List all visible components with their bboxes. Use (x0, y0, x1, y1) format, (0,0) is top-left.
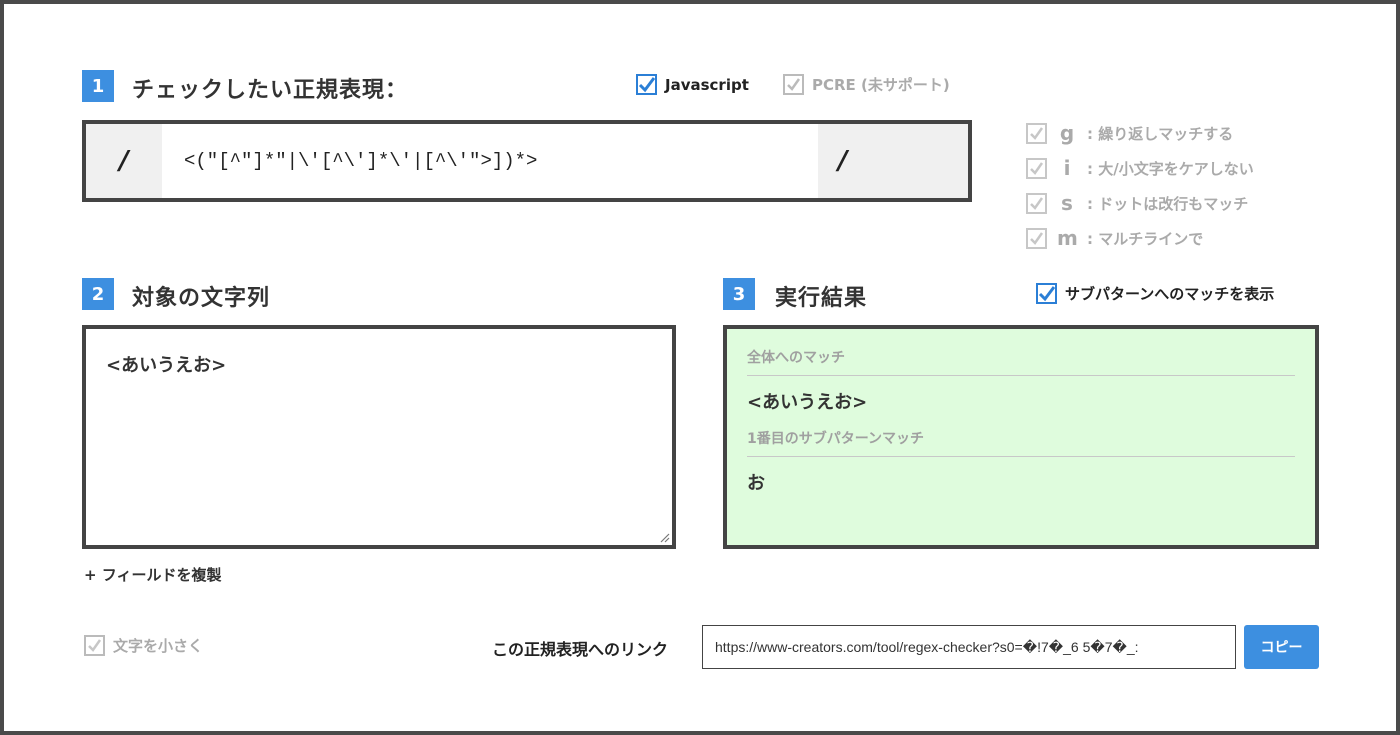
flag-g-desc: : 繰り返しマッチする (1087, 124, 1234, 143)
copy-button[interactable]: コピー (1244, 625, 1319, 669)
show-subpattern-label: サブパターンへのマッチを表示 (1065, 285, 1275, 303)
show-subpattern-checkbox[interactable] (1036, 283, 1057, 304)
checkmark-icon (1030, 161, 1044, 175)
flag-i-desc: : 大/小文字をケアしない (1087, 159, 1254, 178)
section-3-title: 実行結果 (775, 286, 868, 311)
flag-s-desc: : ドットは改行もマッチ (1087, 194, 1249, 213)
flag-s-checkbox[interactable] (1026, 192, 1047, 214)
permalink-input[interactable]: https://www-creators.com/tool/regex-chec… (702, 625, 1236, 669)
checkmark-icon (1030, 126, 1044, 140)
checkmark-icon (1038, 286, 1055, 302)
resize-handle-icon[interactable] (658, 531, 670, 543)
target-text: <あいうえお> (106, 355, 227, 376)
regex-flags-input[interactable]: / (818, 124, 968, 198)
flag-g-checkbox[interactable] (1026, 122, 1047, 144)
duplicate-field-link[interactable]: + フィールドを複製 (84, 564, 222, 585)
sub-match-value: お (747, 473, 765, 494)
flag-s-option[interactable]: s : ドットは改行もマッチ (1026, 191, 1254, 215)
checkmark-icon (1030, 231, 1044, 245)
flag-m-checkbox[interactable] (1026, 227, 1047, 249)
section-2-title: 対象の文字列 (132, 286, 271, 311)
flag-m-option[interactable]: m : マルチラインで (1026, 226, 1254, 250)
pcre-label: PCRE (未サポート) (812, 76, 950, 94)
javascript-label: Javascript (665, 75, 749, 94)
small-text-checkbox[interactable] (84, 635, 105, 656)
small-text-option[interactable]: 文字を小さく (84, 635, 203, 656)
section-1-title: チェックしたい正規表現： (132, 78, 409, 103)
flag-m-letter: m (1057, 226, 1078, 250)
flag-options: g : 繰り返しマッチする i : 大/小文字をケアしない s : ドットは改行… (1026, 121, 1254, 250)
flag-i-option[interactable]: i : 大/小文字をケアしない (1026, 156, 1254, 180)
regex-input[interactable]: <("[^"]*"|\'[^\']*\'|[^\'">])*> (162, 124, 818, 198)
full-match-value: <あいうえお> (747, 392, 868, 413)
checkmark-icon (787, 78, 801, 91)
section-1-number: 1 (82, 70, 114, 102)
pcre-checkbox[interactable] (783, 74, 804, 95)
flag-i-checkbox[interactable] (1026, 157, 1047, 179)
javascript-option[interactable]: Javascript (636, 74, 749, 95)
flag-i-letter: i (1063, 156, 1071, 180)
result-panel: 全体へのマッチ <あいうえお> 1番目のサブパターンマッチ お (723, 325, 1319, 549)
flag-g-letter: g (1059, 121, 1075, 145)
sub-match-label: 1番目のサブパターンマッチ (747, 428, 1295, 457)
checkmark-icon (88, 639, 102, 652)
regex-close-slash: / (838, 146, 848, 176)
full-match-label: 全体へのマッチ (747, 347, 1295, 376)
target-text-area[interactable]: <あいうえお> (82, 325, 676, 549)
section-3-number: 3 (723, 278, 755, 310)
flag-g-option[interactable]: g : 繰り返しマッチする (1026, 121, 1254, 145)
flag-m-desc: : マルチラインで (1087, 229, 1204, 248)
regex-open-slash: / (86, 124, 162, 198)
permalink-label: この正規表現へのリンク (492, 640, 669, 659)
small-text-label: 文字を小さく (113, 637, 204, 655)
javascript-checkbox[interactable] (636, 74, 657, 95)
section-2-number: 2 (82, 278, 114, 310)
checkmark-icon (1030, 196, 1044, 210)
show-subpattern-option[interactable]: サブパターンへのマッチを表示 (1036, 283, 1274, 304)
checkmark-icon (638, 77, 655, 93)
regex-field: / <("[^"]*"|\'[^\']*\'|[^\'">])*> / (82, 120, 972, 202)
flag-s-letter: s (1061, 191, 1073, 215)
pcre-option[interactable]: PCRE (未サポート) (783, 74, 950, 95)
